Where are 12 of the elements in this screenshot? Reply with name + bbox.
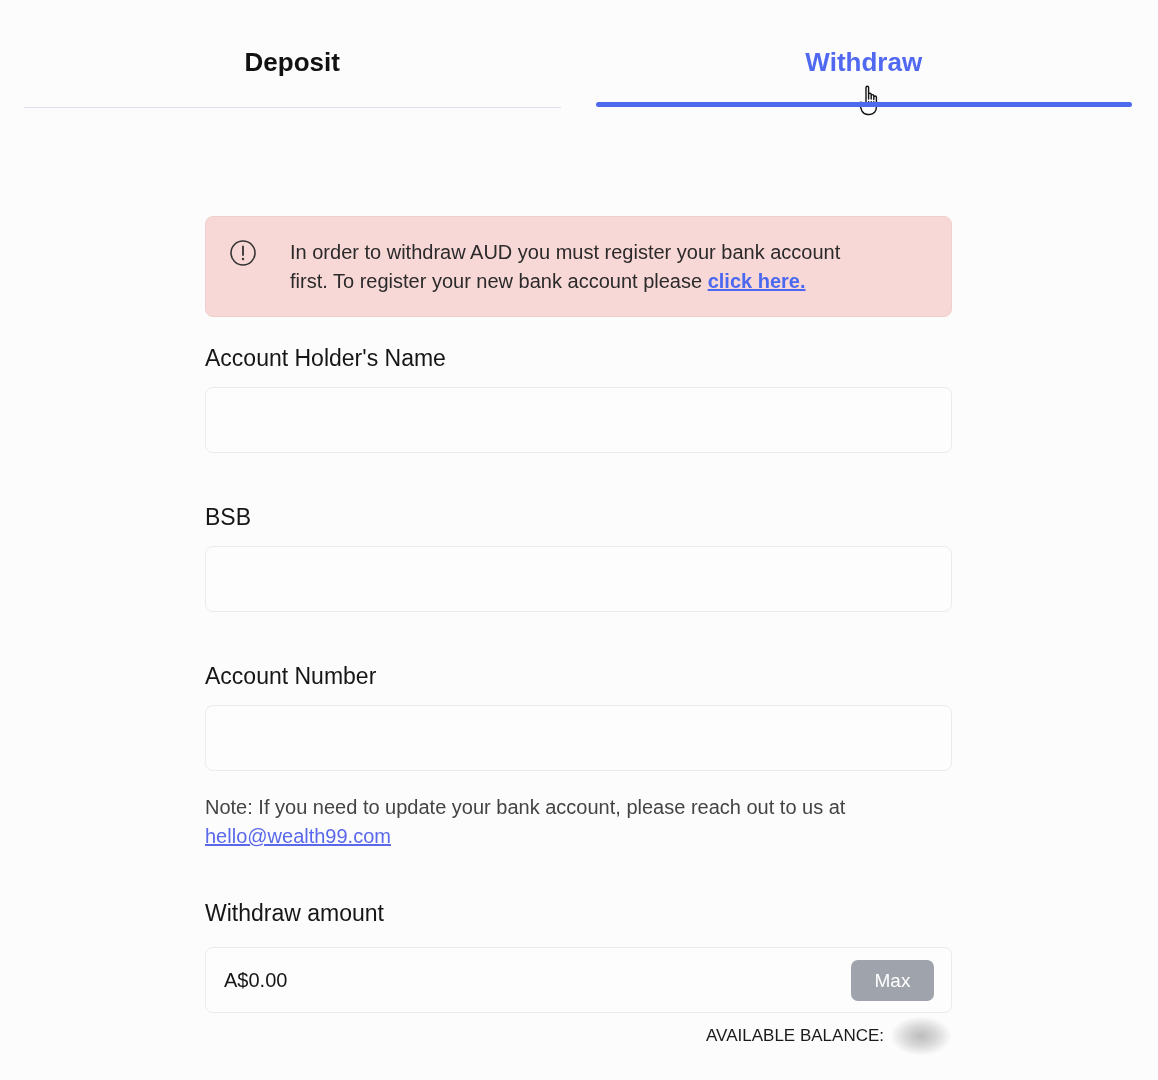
alert-icon [230, 240, 256, 266]
field-label: Withdraw amount [205, 899, 385, 927]
tab[interactable]: Withdraw [595, 32, 1132, 108]
tab[interactable]: Deposit [24, 32, 561, 108]
email-link[interactable]: hello@wealth99.com [205, 825, 391, 847]
field-label: Account Number [205, 662, 378, 690]
field-label: BSB [205, 503, 253, 531]
note-text: Note: If you need to update your bank account, please reach out to us at hello@wealth99.com [205, 795, 847, 849]
alert-message: In order to withdraw AUD you must register your bank account first. To register your new bank account please click here. [290, 240, 842, 294]
field-label: Account Holder's Name [205, 344, 447, 372]
balance-label: AVAILABLE BALANCE: [706, 1026, 884, 1046]
register-link[interactable]: click here. [707, 270, 806, 292]
